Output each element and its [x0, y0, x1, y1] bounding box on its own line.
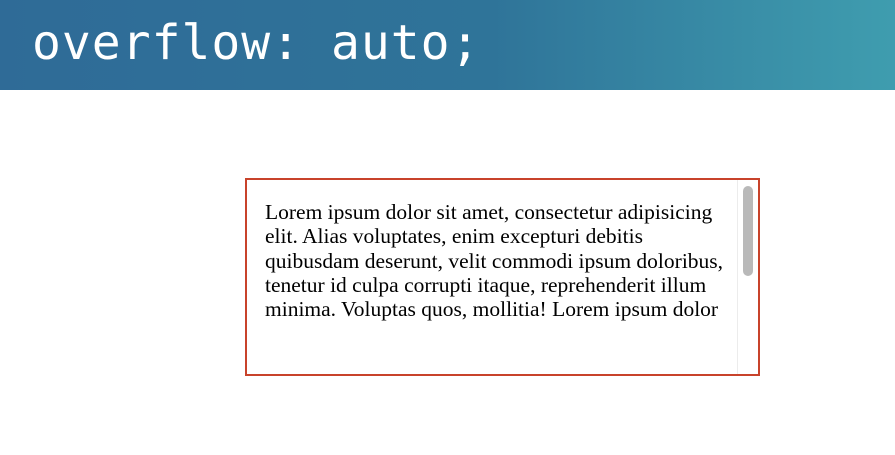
- title-banner: overflow: auto;: [0, 0, 895, 90]
- vertical-scrollbar[interactable]: [737, 180, 758, 374]
- page-title: overflow: auto;: [32, 15, 481, 71]
- demo-paragraph: Lorem ipsum dolor sit amet, consectetur …: [265, 200, 724, 322]
- scrollbar-thumb[interactable]: [743, 186, 753, 276]
- overflow-demo-box[interactable]: Lorem ipsum dolor sit amet, consectetur …: [245, 178, 760, 376]
